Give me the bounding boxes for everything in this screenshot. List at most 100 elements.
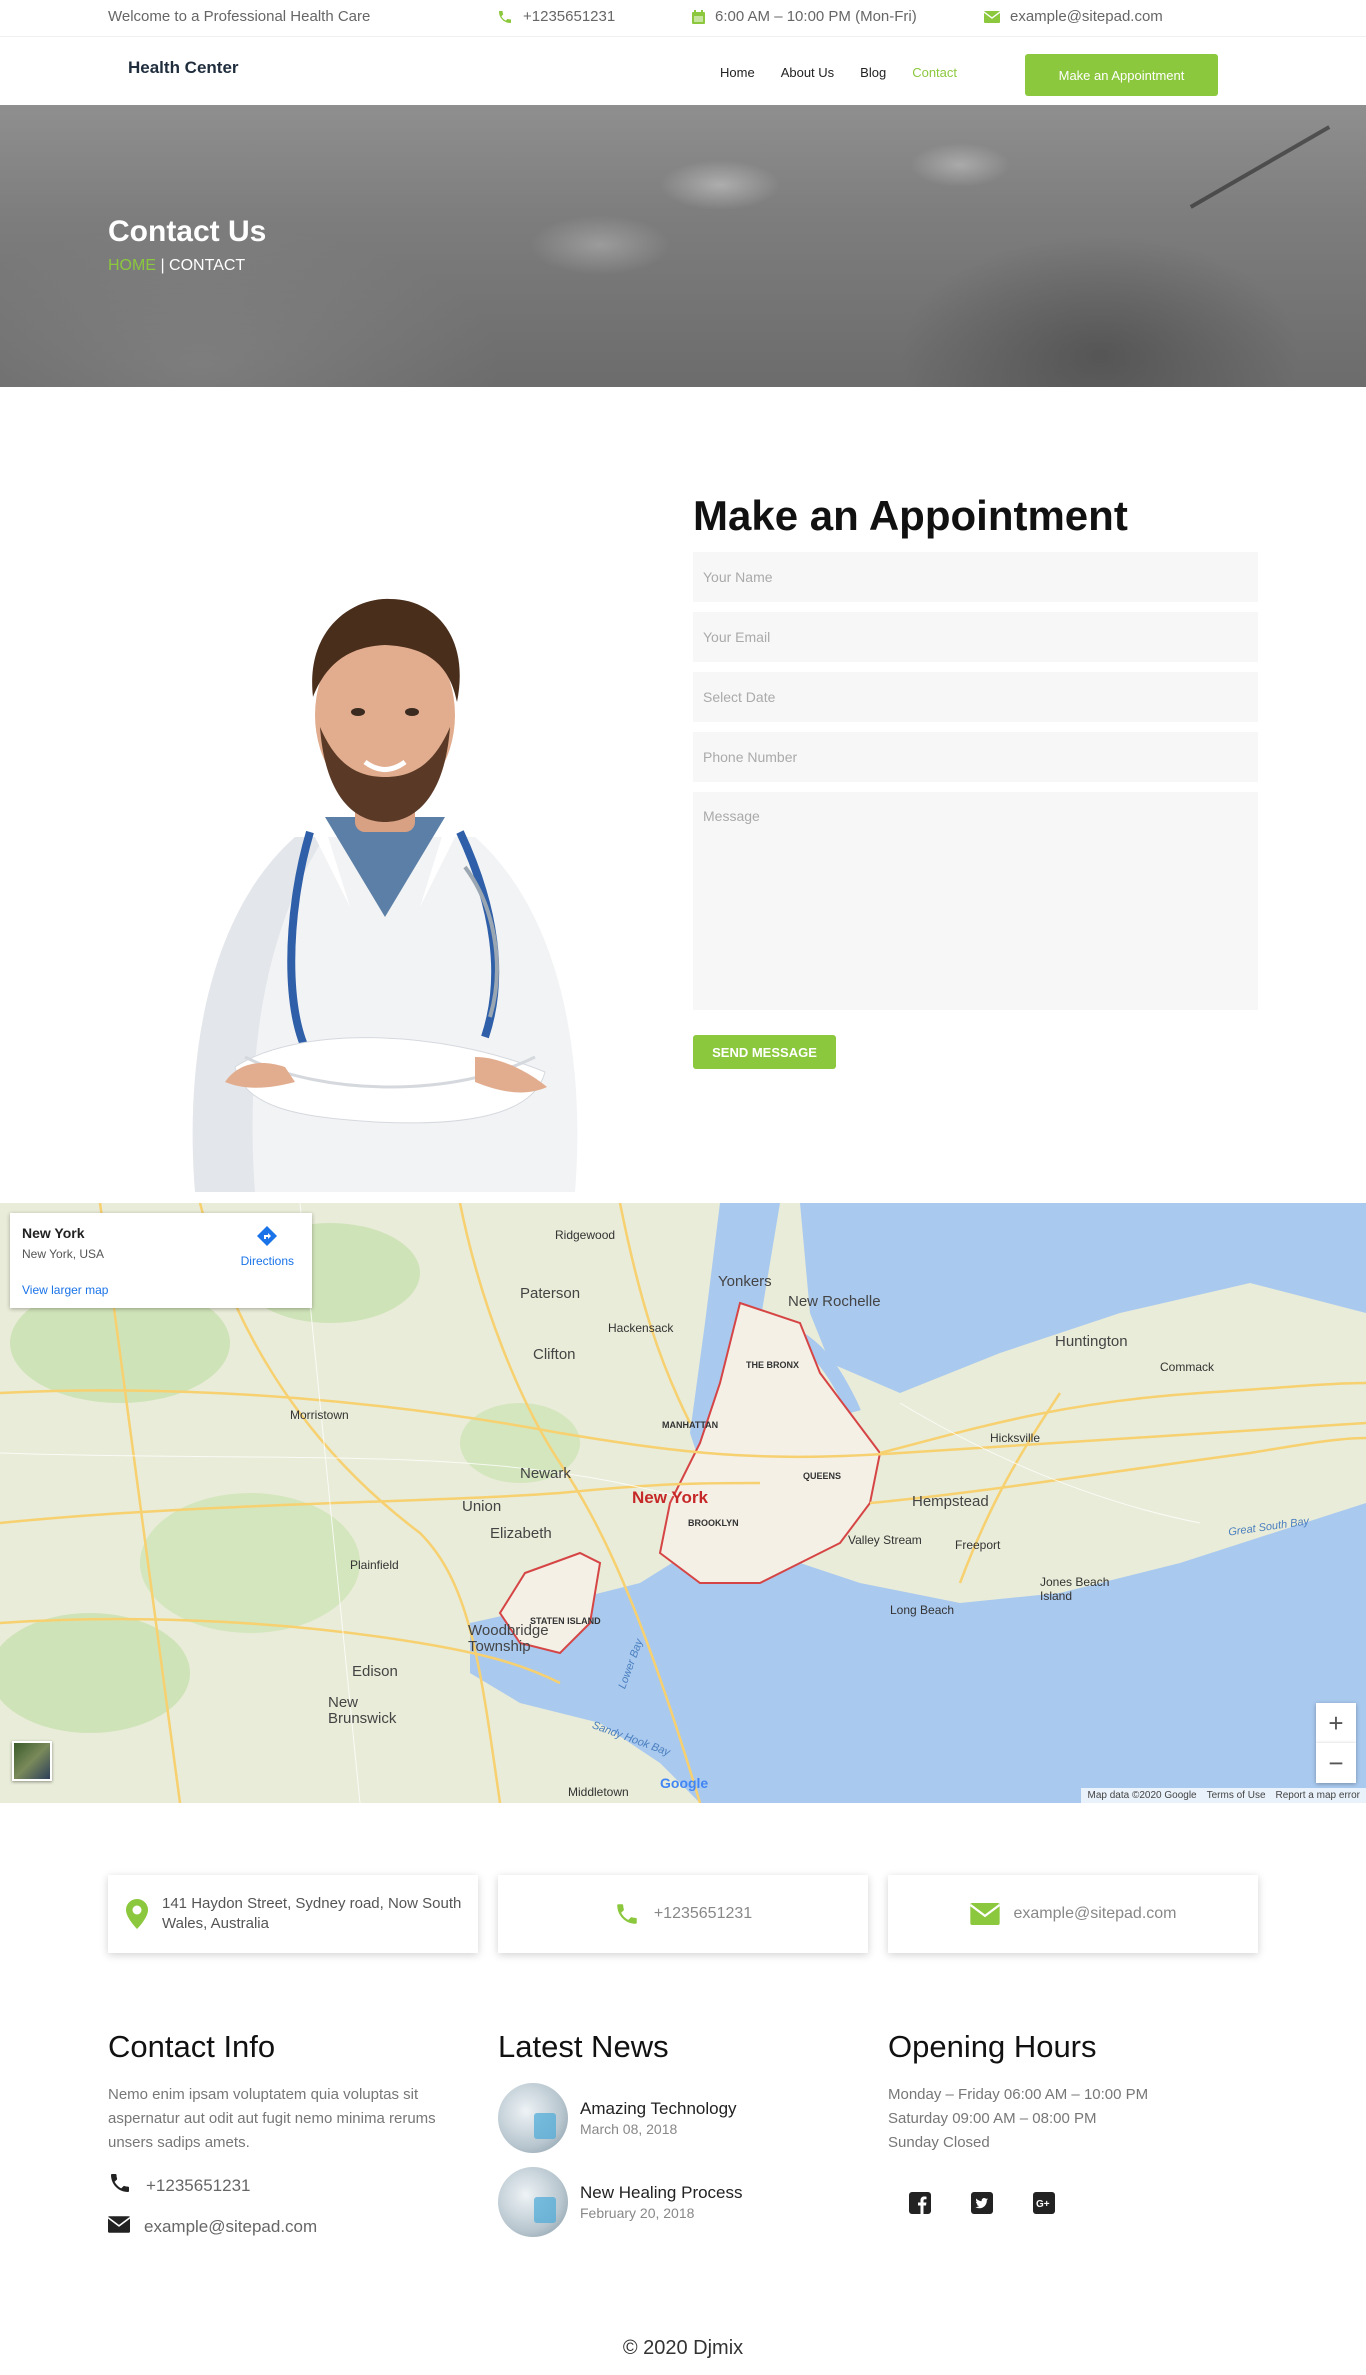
map-label-manhattan: MANHATTAN	[662, 1420, 719, 1430]
map-label-commack: Commack	[1160, 1360, 1215, 1374]
zoom-out-button[interactable]: −	[1316, 1743, 1356, 1783]
make-appointment-button[interactable]: Make an Appointment	[1025, 54, 1218, 96]
map-label-bronx: THE BRONX	[746, 1360, 800, 1370]
news-item[interactable]: Amazing Technology March 08, 2018	[498, 2083, 868, 2153]
map-label-woodbridge: Woodbridge Township	[468, 1622, 549, 1655]
envelope-icon	[969, 1903, 1000, 1925]
map-label-paterson: Paterson	[520, 1285, 581, 1302]
svg-text:G+: G+	[1036, 2199, 1050, 2210]
map-label-plainfield: Plainfield	[350, 1558, 399, 1572]
footer-latest-news: Latest News Amazing Technology March 08,…	[498, 2029, 868, 2251]
news-title[interactable]: New Healing Process	[580, 2183, 743, 2203]
map-label-freeport: Freeport	[955, 1538, 1001, 1552]
calendar-icon	[692, 9, 705, 24]
welcome-text: Welcome to a Professional Health Care	[108, 8, 370, 25]
map-data-text: Map data ©2020 Google	[1087, 1790, 1197, 1801]
map-label-new-york: New York	[632, 1488, 708, 1507]
news-thumbnail	[498, 2083, 568, 2153]
topbar-hours-label: 6:00 AM – 10:00 PM (Mon-Fri)	[715, 8, 917, 25]
footer-contact-info: Contact Info Nemo enim ipsam voluptatem …	[107, 2029, 478, 2238]
map-label-ridgewood: Ridgewood	[555, 1228, 616, 1242]
phone-icon	[108, 2171, 132, 2200]
map-pin-icon	[126, 1899, 148, 1929]
envelope-icon	[107, 2216, 131, 2238]
satellite-toggle[interactable]	[12, 1741, 52, 1781]
footer-hours-title: Opening Hours	[888, 2029, 1097, 2064]
topbar-phone-label: +1235651231	[523, 8, 616, 25]
address-box: 141 Haydon Street, Sydney road, Now Sout…	[108, 1875, 478, 1953]
nav-contact[interactable]: Contact	[912, 65, 957, 80]
date-field[interactable]: Select Date	[693, 672, 1258, 722]
footer-opening-hours: Opening Hours Monday – Friday 06:00 AM –…	[888, 2029, 1258, 2215]
navbar: Health Center Home About Us Blog Contact…	[0, 37, 1366, 105]
email-box: example@sitepad.com	[888, 1875, 1258, 1953]
message-field[interactable]: Message	[693, 792, 1258, 1010]
news-title[interactable]: Amazing Technology	[580, 2099, 737, 2119]
phone-icon	[614, 1901, 640, 1927]
name-field[interactable]: Your Name	[693, 552, 1258, 602]
map-label-elizabeth: Elizabeth	[490, 1525, 552, 1542]
hero-decor	[1189, 125, 1331, 209]
map-label-new-rochelle: New Rochelle	[788, 1293, 881, 1310]
directions-icon	[256, 1225, 278, 1250]
google-plus-icon[interactable]: G+	[1032, 2191, 1056, 2215]
google-logo: Google	[660, 1775, 708, 1791]
google-map[interactable]: New York Yonkers New Rochelle Paterson C…	[0, 1203, 1366, 1803]
hours-saturday: Saturday 09:00 AM – 08:00 PM	[888, 2110, 1097, 2127]
twitter-icon[interactable]	[970, 2191, 994, 2215]
facebook-icon[interactable]	[908, 2191, 932, 2215]
news-date: March 08, 2018	[580, 2121, 678, 2137]
phone-field[interactable]: Phone Number	[693, 732, 1258, 782]
breadcrumb-current: CONTACT	[169, 257, 246, 274]
brand-logo[interactable]: Health Center	[128, 58, 239, 78]
map-label-middletown: Middletown	[568, 1785, 629, 1799]
phone-icon	[497, 9, 513, 25]
message-placeholder: Message	[703, 808, 760, 824]
directions-label: Directions	[240, 1254, 294, 1268]
report-map-error-link[interactable]: Report a map error	[1276, 1790, 1360, 1801]
map-label-long-beach: Long Beach	[890, 1603, 955, 1617]
phone-placeholder: Phone Number	[703, 749, 798, 765]
map-attribution: Map data ©2020 Google Terms of Use Repor…	[1081, 1788, 1366, 1803]
view-larger-map-link[interactable]: View larger map	[22, 1283, 108, 1297]
phone-box-text: +1235651231	[653, 1905, 753, 1922]
map-label-new-brunswick: New Brunswick	[328, 1694, 397, 1727]
footer-phone-text: +1235651231	[146, 2175, 251, 2195]
doctor-image	[192, 598, 578, 1192]
email-box-text[interactable]: example@sitepad.com	[1014, 1905, 1177, 1923]
map-label-queens: QUEENS	[803, 1471, 842, 1481]
map-label-hempstead: Hempstead	[912, 1493, 989, 1510]
page-hero: Contact Us HOME | CONTACT	[0, 105, 1366, 387]
google-logo-text: Google	[660, 1775, 709, 1791]
breadcrumb-home[interactable]: HOME	[108, 257, 156, 274]
social-links: G+	[888, 2191, 1258, 2215]
email-field[interactable]: Your Email	[693, 612, 1258, 662]
hours-list: Monday – Friday 06:00 AM – 10:00 PM Satu…	[888, 2083, 1258, 2155]
hours-weekdays: Monday – Friday 06:00 AM – 10:00 PM	[888, 2086, 1149, 2103]
zoom-in-button[interactable]: +	[1316, 1703, 1356, 1743]
map-label-morristown: Morristown	[290, 1408, 349, 1422]
topbar-email: example@sitepad.com	[984, 8, 1163, 25]
map-label-clifton: Clifton	[533, 1346, 576, 1363]
date-placeholder: Select Date	[703, 689, 776, 705]
nav-about[interactable]: About Us	[781, 65, 834, 80]
footer-contact-title: Contact Info	[108, 2029, 276, 2064]
address-text: 141 Haydon Street, Sydney road, Now Sout…	[162, 1895, 462, 1932]
footer-news-title: Latest News	[498, 2029, 669, 2064]
map-label-hackensack: Hackensack	[608, 1321, 674, 1335]
map-label-valley-stream: Valley Stream	[848, 1533, 922, 1547]
breadcrumb-separator: |	[156, 257, 170, 274]
directions-button[interactable]: Directions	[241, 1225, 294, 1268]
footer-phone: +1235651231	[108, 2171, 478, 2200]
footer-email-text[interactable]: example@sitepad.com	[144, 2217, 317, 2237]
terms-of-use-link[interactable]: Terms of Use	[1207, 1790, 1266, 1801]
send-message-button[interactable]: SEND MESSAGE	[693, 1035, 836, 1069]
topbar-email-label[interactable]: example@sitepad.com	[1010, 8, 1163, 25]
news-item[interactable]: New Healing Process February 20, 2018	[498, 2167, 868, 2237]
news-date: February 20, 2018	[580, 2205, 695, 2221]
nav-blog[interactable]: Blog	[860, 65, 886, 80]
main-nav: Home About Us Blog Contact	[720, 65, 983, 80]
nav-home[interactable]: Home	[720, 65, 755, 80]
name-placeholder: Your Name	[703, 569, 773, 585]
breadcrumb: HOME | CONTACT	[108, 257, 245, 275]
